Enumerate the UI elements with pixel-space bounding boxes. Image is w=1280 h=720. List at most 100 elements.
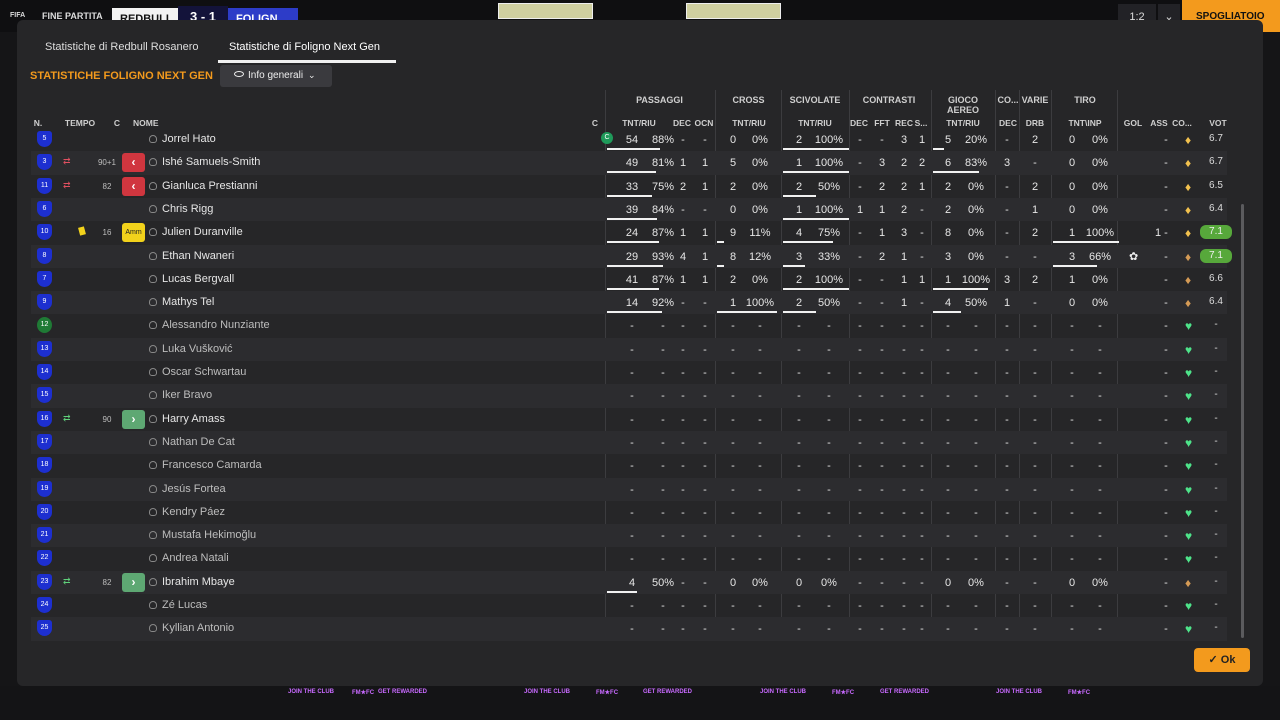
player-row[interactable]: 6 Chris Rigg 39 84% - -0 0% 1 100% 1 1 2-2 0% -1 0 0% - ♦… bbox=[31, 197, 1227, 222]
aerial-attempts-cell: - bbox=[946, 367, 950, 379]
col-goals[interactable]: GOL bbox=[1121, 118, 1145, 128]
player-row[interactable]: 12 Alessandro Nunziante - - - - - - - - - - - - - - - - - -… bbox=[31, 314, 1227, 337]
condition-shield-icon: ♦ bbox=[1185, 272, 1192, 287]
pass-attempts-cell: - bbox=[630, 367, 634, 379]
player-row[interactable]: 21 Mustafa Hekimoğlu - - - - - - - - - - - - - - - - - - - ♥ - bbox=[31, 524, 1227, 548]
condition-heart-icon: ♥ bbox=[1185, 552, 1193, 567]
player-row[interactable]: 24 Zé Lucas - - - - - - - - - - - - - - - - - - - ♥ - bbox=[31, 594, 1227, 617]
player-name[interactable]: Andrea Natali bbox=[149, 552, 229, 564]
shirt-number-icon: 10 bbox=[37, 224, 52, 241]
player-row[interactable]: 11 ⇄ 82 ‹ Gianluca Prestianni 33 75% 2 1 2 0% 2 50% -… bbox=[31, 175, 1227, 198]
player-row[interactable]: 18 Francesco Camarda - - - - - - - - - - - - - - - - - - - ♥ - bbox=[31, 454, 1227, 477]
col-shots[interactable]: TNT\INP bbox=[1061, 118, 1109, 128]
player-row[interactable]: 20 Kendry Páez - - - - - - - - - - - - - - - - - - - ♥ - bbox=[31, 501, 1227, 524]
tab-home-stats[interactable]: Statistiche di Redbull Rosanero bbox=[45, 41, 198, 53]
tackle-pct-cell: - bbox=[827, 483, 831, 496]
substitution-badge[interactable]: › bbox=[122, 409, 145, 429]
pass-ocn-cell: - bbox=[703, 390, 707, 403]
player-name[interactable]: Chris Rigg bbox=[149, 203, 213, 215]
player-row[interactable]: 9 Mathys Tel 14 92% - -1 100% 2 50% - -1-4 50% 1-0 0%… bbox=[31, 291, 1227, 315]
condition-shield-icon: ♦ bbox=[1185, 575, 1192, 590]
rating-value: - bbox=[1214, 389, 1218, 401]
player-name[interactable]: Harry Amass bbox=[149, 413, 225, 425]
substitution-badge[interactable]: ‹ bbox=[122, 153, 145, 173]
player-row[interactable]: 19 Jesús Fortea - - - - - - - - - - - - - - - - - - - ♥ - bbox=[31, 477, 1227, 501]
col-pass-dec[interactable]: DEC bbox=[671, 118, 693, 128]
col-aerial-att[interactable]: TNT/RIU bbox=[939, 118, 987, 128]
player-row[interactable]: 17 Nathan De Cat - - - - - - - - - - - - - - - - - - - ♥ - bbox=[31, 430, 1227, 455]
condition-heart-icon: ♥ bbox=[1185, 412, 1193, 427]
player-name[interactable]: Lucas Bergvall bbox=[149, 273, 234, 285]
player-row[interactable]: 10 16 Amm Julien Duranville 24 87% 1 1 9 11% 4 75% -… bbox=[31, 221, 1232, 244]
player-name-label: Gianluca Prestianni bbox=[162, 179, 258, 192]
challenge-s-cell: - bbox=[920, 203, 924, 216]
player-row[interactable]: 22 Andrea Natali - - - - - - - - - - - - - - - - - - - ♥ - bbox=[31, 547, 1227, 570]
ok-button[interactable]: ✓ Ok bbox=[1194, 648, 1250, 672]
player-name[interactable]: Gianluca Prestianni bbox=[149, 180, 257, 192]
player-name[interactable]: Mustafa Hekimoğlu bbox=[149, 529, 256, 541]
col-number[interactable]: N. bbox=[31, 118, 45, 128]
player-row[interactable]: 14 Oscar Schwartau - - - - - - - - - - - - - - - - - - - ♥ - bbox=[31, 361, 1227, 384]
player-row[interactable]: 5 Jorrel Hato C 54 88% - -0 0% 2 100% - -3 1 5 20% -2 0 0… bbox=[31, 128, 1227, 151]
person-icon bbox=[149, 507, 157, 516]
player-name[interactable]: Francesco Camarda bbox=[149, 459, 262, 471]
player-name[interactable]: Ibrahim Mbaye bbox=[149, 576, 235, 588]
player-name[interactable]: Jesús Fortea bbox=[149, 483, 226, 495]
player-name[interactable]: Luka Vušković bbox=[149, 343, 233, 355]
col-co-dec[interactable]: DEC bbox=[997, 118, 1019, 128]
player-name[interactable]: Kyllian Antonio bbox=[149, 622, 234, 634]
player-name[interactable]: Alessandro Nunziante bbox=[149, 319, 270, 331]
col-pass-ocn[interactable]: OCN bbox=[693, 118, 715, 128]
cross-pct-cell: 11% bbox=[749, 227, 771, 240]
player-row[interactable]: 25 Kyllian Antonio - - - - - - - - - - - - - - - - - - - ♥ - bbox=[31, 617, 1227, 641]
pass-attempts-cell: 24 bbox=[625, 227, 639, 240]
col-ch-s[interactable]: S... bbox=[913, 118, 929, 128]
booking-badge[interactable]: Amm bbox=[122, 223, 145, 243]
col-assists[interactable]: ASS bbox=[1147, 118, 1171, 128]
col-name[interactable]: NOME bbox=[133, 118, 159, 128]
player-row[interactable]: 3 ⇄ 90+1 ‹ Ishé Samuels-Smith 49 81% 1 1 5 0% 1 100%… bbox=[31, 151, 1227, 175]
player-row[interactable]: 15 Iker Bravo - - - - - - - - - - - - - - - - - - - ♥ - bbox=[31, 384, 1227, 408]
player-row[interactable]: 23 ⇄ 82 › Ibrahim Mbaye 4 50% - -0 0% 0 0% - - - -0 0% - -… bbox=[31, 570, 1227, 594]
col-condition[interactable]: CO... bbox=[1169, 118, 1195, 128]
player-row[interactable]: 7 Lucas Bergvall 41 87% 1 1 2 0% 2 100% - -1 1 1 100% 3… bbox=[31, 268, 1227, 291]
player-name[interactable]: Julien Duranville bbox=[149, 226, 243, 238]
view-dropdown[interactable]: Info generali ⌄ bbox=[220, 65, 332, 87]
substitution-badge[interactable]: › bbox=[122, 572, 145, 592]
col-captain[interactable]: C bbox=[589, 118, 601, 128]
col-tackle-att[interactable]: TNT/RIU bbox=[791, 118, 839, 128]
player-name[interactable]: Oscar Schwartau bbox=[149, 366, 246, 378]
challenge-rec-cell: 2 bbox=[900, 203, 908, 216]
player-row[interactable]: 13 Luka Vušković - - - - - - - - - - - - - - - - - - - ♥ - bbox=[31, 337, 1227, 361]
player-row[interactable]: 8 Ethan Nwaneri 29 93% 4 1 8 12% 3 33% -2 1-3 0% - -3 6… bbox=[31, 244, 1232, 268]
player-name[interactable]: Zé Lucas bbox=[149, 599, 207, 611]
col-time[interactable]: TEMPO bbox=[63, 118, 97, 128]
substitution-badge[interactable]: ‹ bbox=[122, 176, 145, 196]
col-ch-fft[interactable]: FFT bbox=[871, 118, 893, 128]
player-name[interactable]: Iker Bravo bbox=[149, 389, 212, 401]
col-ch-dec[interactable]: DEC bbox=[847, 118, 871, 128]
player-name[interactable]: Mathys Tel bbox=[149, 296, 214, 308]
player-name[interactable]: Kendry Páez bbox=[149, 506, 225, 518]
player-row[interactable]: 16 ⇄ 90 › Harry Amass - - - - - - - - - - - - - - - - - - - ♥ - bbox=[31, 408, 1227, 431]
player-name[interactable]: Nathan De Cat bbox=[149, 436, 235, 448]
col-ch-rec[interactable]: REC bbox=[893, 118, 915, 128]
col-dribbles[interactable]: DRB bbox=[1023, 118, 1047, 128]
player-name[interactable]: Ethan Nwaneri bbox=[149, 250, 234, 262]
challenge-dec-cell: - bbox=[858, 553, 862, 566]
co-dec-cell: - bbox=[1005, 227, 1009, 240]
player-name-label: Zé Lucas bbox=[162, 599, 208, 611]
scrollbar[interactable] bbox=[1241, 204, 1244, 638]
pass-ocn-cell: 1 bbox=[701, 180, 709, 193]
col-pass-att[interactable]: TNT/RIU bbox=[615, 118, 663, 128]
condition-shield-icon: ♦ bbox=[1185, 226, 1192, 241]
player-name[interactable]: Jorrel Hato bbox=[149, 133, 216, 145]
tab-away-stats[interactable]: Statistiche di Foligno Next Gen bbox=[229, 41, 380, 53]
cross-attempts-cell: - bbox=[731, 623, 735, 636]
col-cross-att[interactable]: TNT/RIU bbox=[725, 118, 773, 128]
pass-ocn-cell: - bbox=[703, 553, 707, 566]
col-rating[interactable]: VOT bbox=[1203, 118, 1233, 128]
assists-cell: - bbox=[1164, 134, 1168, 146]
col-c[interactable]: C bbox=[111, 118, 123, 128]
player-name[interactable]: Ishé Samuels-Smith bbox=[149, 156, 260, 168]
